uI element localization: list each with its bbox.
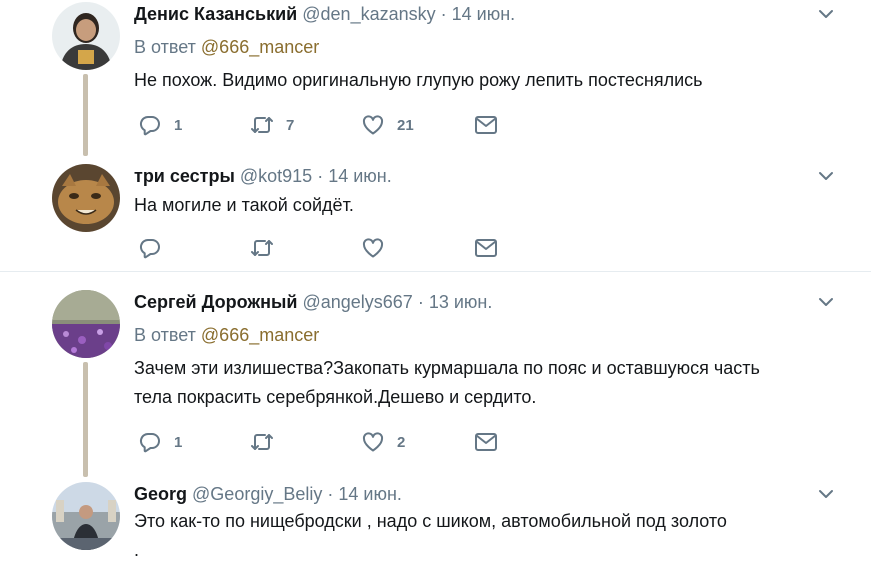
reply-count: 1 (174, 116, 183, 134)
separator-dot: · (317, 166, 324, 186)
chevron-down-icon[interactable] (816, 292, 836, 312)
author-handle[interactable]: @angelys667 (302, 292, 412, 312)
avatar-image (52, 164, 120, 232)
message-button[interactable] (474, 233, 498, 263)
author-handle[interactable]: @den_kazansky (302, 4, 435, 24)
separator-dot: · (440, 4, 447, 24)
reply-icon (138, 430, 162, 454)
like-button[interactable]: 21 (361, 110, 414, 140)
avatar-image (52, 482, 120, 550)
retweet-icon (250, 430, 274, 454)
reply-prefix: В ответ (134, 37, 196, 57)
thread-line (83, 74, 88, 156)
reply-prefix: В ответ (134, 325, 196, 345)
tweet-text-line: На могиле и такой сойдёт. (134, 195, 354, 215)
reply-mention-link[interactable]: @666_mancer (201, 325, 319, 345)
tweet-text-line: . (134, 540, 140, 560)
tweet[interactable]: Сергей Дорожный @angelys667 · 13 июн. В … (0, 288, 871, 477)
reply-count: 1 (174, 433, 183, 451)
tweet-text: Зачем эти излишества?Закопать курмаршала… (134, 354, 834, 412)
tweet-header: три сестры @kot915 · 14 июн. (134, 164, 392, 188)
tweet-actions: 1 7 21 (134, 110, 534, 140)
chevron-down-icon[interactable] (816, 484, 836, 504)
like-button[interactable]: 2 (361, 427, 405, 457)
message-icon (474, 113, 498, 137)
message-icon (474, 430, 498, 454)
avatar[interactable] (52, 290, 120, 358)
like-button[interactable] (361, 233, 385, 263)
retweet-count: 7 (286, 116, 295, 134)
reply-context: В ответ @666_mancer (134, 35, 319, 59)
retweet-icon (250, 236, 274, 260)
tweet-text-line: Зачем эти излишества?Закопать курмаршала… (134, 358, 760, 378)
tweet-actions: 1 2 (134, 427, 534, 457)
reply-context: В ответ @666_mancer (134, 323, 319, 347)
conversation-separator (0, 271, 871, 272)
tweet-header: Сергей Дорожный @angelys667 · 13 июн. (134, 290, 492, 314)
tweet[interactable]: три сестры @kot915 · 14 июн. На могиле и… (0, 162, 871, 272)
tweet-header: Денис Казанський @den_kazansky · 14 июн. (134, 2, 515, 26)
author-name[interactable]: Денис Казанський (134, 4, 297, 24)
avatar[interactable] (52, 164, 120, 232)
tweet-date[interactable]: 14 июн. (338, 484, 402, 504)
retweet-button[interactable] (250, 427, 274, 457)
avatar-image (52, 290, 120, 358)
reply-icon (138, 236, 162, 260)
message-button[interactable] (474, 427, 498, 457)
tweet-text: Не похож. Видимо оригинальную глупую рож… (134, 66, 834, 95)
avatar[interactable] (52, 482, 120, 550)
avatar[interactable] (52, 2, 120, 70)
tweet-date[interactable]: 13 июн. (429, 292, 493, 312)
tweet-actions (134, 233, 534, 263)
like-icon (361, 236, 385, 260)
reply-mention-link[interactable]: @666_mancer (201, 37, 319, 57)
like-icon (361, 430, 385, 454)
reply-button[interactable]: 1 (138, 110, 182, 140)
tweet-text-line: Это как-то по нищебродски , надо с шиком… (134, 511, 727, 531)
thread-line (83, 362, 88, 477)
tweet[interactable]: Денис Казанський @den_kazansky · 14 июн.… (0, 0, 871, 156)
reply-button[interactable] (138, 233, 162, 263)
chevron-down-icon[interactable] (816, 166, 836, 186)
author-handle[interactable]: @Georgiy_Beliy (192, 484, 322, 504)
retweet-button[interactable]: 7 (250, 110, 294, 140)
message-button[interactable] (474, 110, 498, 140)
author-handle[interactable]: @kot915 (240, 166, 312, 186)
like-count: 21 (397, 116, 414, 134)
author-name[interactable]: Georg (134, 484, 187, 504)
tweet-header: Georg @Georgiy_Beliy · 14 июн. (134, 482, 402, 506)
author-name[interactable]: три сестры (134, 166, 235, 186)
separator-dot: · (327, 484, 334, 504)
retweet-button[interactable] (250, 233, 274, 263)
reply-button[interactable]: 1 (138, 427, 182, 457)
tweet-date[interactable]: 14 июн. (452, 4, 516, 24)
avatar-image (52, 2, 120, 70)
tweet[interactable]: Georg @Georgiy_Beliy · 14 июн. Это как-т… (0, 480, 871, 565)
chevron-down-icon[interactable] (816, 4, 836, 24)
tweet-text-line: тела покрасить серебрянкой.Дешево и серд… (134, 387, 537, 407)
retweet-icon (250, 113, 274, 137)
like-count: 2 (397, 433, 406, 451)
tweet-date[interactable]: 14 июн. (328, 166, 392, 186)
message-icon (474, 236, 498, 260)
tweet-text: На могиле и такой сойдёт. (134, 191, 834, 220)
tweet-text: Это как-то по нищебродски , надо с шиком… (134, 507, 834, 565)
like-icon (361, 113, 385, 137)
author-name[interactable]: Сергей Дорожный (134, 292, 297, 312)
separator-dot: · (417, 292, 424, 312)
tweet-text-line: Не похож. Видимо оригинальную глупую рож… (134, 70, 703, 90)
reply-icon (138, 113, 162, 137)
